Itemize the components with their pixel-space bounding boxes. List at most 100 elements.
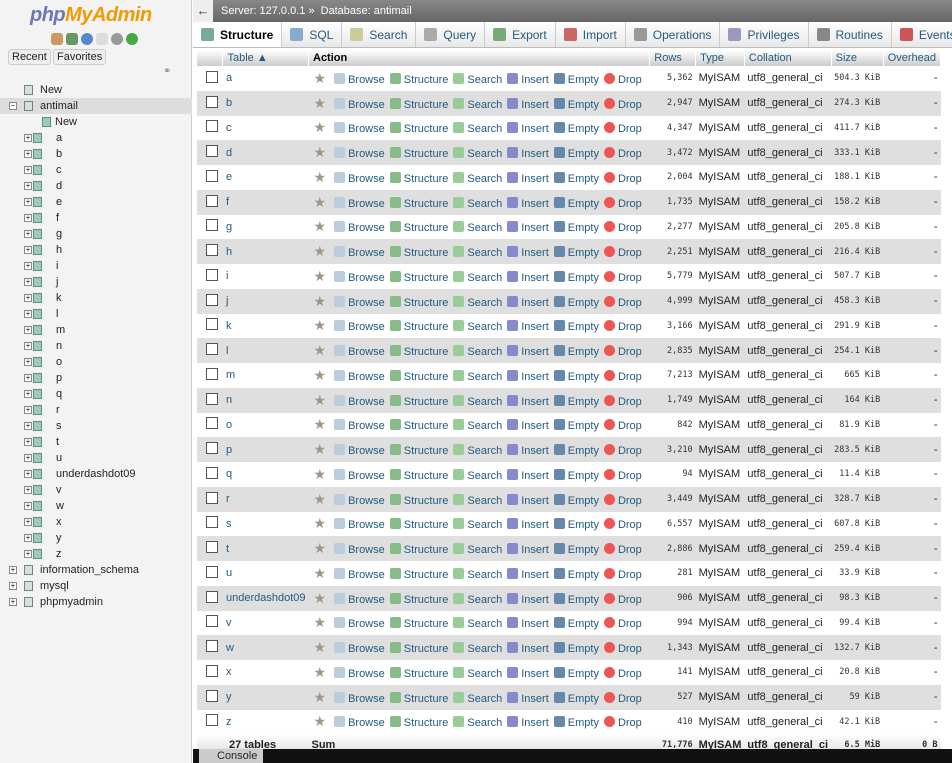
favorite-star-icon[interactable]: ★ <box>314 194 327 210</box>
table-name-link[interactable]: l <box>222 338 309 363</box>
structure-link[interactable]: Structure <box>389 147 448 160</box>
row-checkbox[interactable] <box>206 268 218 281</box>
favorite-star-icon[interactable]: ★ <box>314 713 327 729</box>
drop-link[interactable]: Drop <box>603 691 642 705</box>
search-link[interactable]: Search <box>453 196 502 210</box>
row-checkbox[interactable] <box>206 343 218 356</box>
row-checkbox[interactable] <box>206 318 218 331</box>
link-icon[interactable]: ⚭ <box>163 66 171 77</box>
help-icon[interactable] <box>81 33 93 45</box>
browse-link[interactable]: Browse <box>334 617 385 630</box>
empty-link[interactable]: Empty <box>553 394 599 408</box>
expand-icon[interactable]: + <box>24 422 32 430</box>
collapse-icon[interactable]: − <box>9 102 17 110</box>
table-name-link[interactable]: m <box>222 363 309 388</box>
structure-link[interactable]: Structure <box>389 122 448 135</box>
console-button[interactable]: Console <box>199 749 264 763</box>
insert-link[interactable]: Insert <box>507 345 549 358</box>
browse-link[interactable]: Browse <box>334 270 385 284</box>
favorite-star-icon[interactable]: ★ <box>314 342 327 358</box>
structure-link[interactable]: Structure <box>389 468 448 482</box>
expand-icon[interactable]: + <box>24 342 32 350</box>
tree-new-database[interactable]: New <box>0 82 192 98</box>
favorite-star-icon[interactable]: ★ <box>314 95 327 111</box>
row-checkbox[interactable] <box>206 244 218 257</box>
structure-link[interactable]: Structure <box>389 493 448 507</box>
expand-icon[interactable]: + <box>24 406 32 414</box>
favorite-star-icon[interactable]: ★ <box>314 392 327 408</box>
drop-link[interactable]: Drop <box>603 369 642 383</box>
row-checkbox[interactable] <box>206 689 218 702</box>
expand-icon[interactable]: + <box>24 262 32 270</box>
empty-link[interactable]: Empty <box>553 97 599 111</box>
empty-link[interactable]: Empty <box>553 221 599 234</box>
empty-link[interactable]: Empty <box>553 369 599 383</box>
table-name-link[interactable]: u <box>222 561 309 586</box>
empty-link[interactable]: Empty <box>553 716 599 729</box>
structure-link[interactable]: Structure <box>389 691 448 705</box>
drop-link[interactable]: Drop <box>603 295 642 309</box>
row-checkbox[interactable] <box>206 615 218 628</box>
tree-table-g[interactable]: + g <box>0 226 192 242</box>
tab-events[interactable]: Events <box>891 22 952 47</box>
browse-link[interactable]: Browse <box>334 716 385 729</box>
search-link[interactable]: Search <box>453 419 502 432</box>
tree-db-antimail[interactable]: − antimail <box>0 98 192 114</box>
search-link[interactable]: Search <box>453 246 502 259</box>
table-name-link[interactable]: n <box>222 387 309 413</box>
insert-link[interactable]: Insert <box>507 369 549 383</box>
structure-link[interactable]: Structure <box>389 345 448 358</box>
col-size[interactable]: Size <box>831 50 884 66</box>
expand-icon[interactable]: + <box>24 230 32 238</box>
favorite-star-icon[interactable]: ★ <box>314 416 327 432</box>
tree-table-a[interactable]: + a <box>0 130 192 146</box>
row-checkbox[interactable] <box>206 194 218 207</box>
browse-link[interactable]: Browse <box>334 196 385 210</box>
drop-link[interactable]: Drop <box>603 666 642 680</box>
tree-table-b[interactable]: + b <box>0 146 192 162</box>
drop-link[interactable]: Drop <box>603 171 642 185</box>
structure-link[interactable]: Structure <box>389 246 448 259</box>
tree-table-k[interactable]: + k <box>0 290 192 306</box>
browse-link[interactable]: Browse <box>334 518 385 531</box>
empty-link[interactable]: Empty <box>553 617 599 630</box>
table-name-link[interactable]: f <box>222 189 309 215</box>
browse-link[interactable]: Browse <box>334 72 385 86</box>
browse-link[interactable]: Browse <box>334 592 385 606</box>
search-link[interactable]: Search <box>453 592 502 606</box>
row-checkbox[interactable] <box>206 590 218 603</box>
structure-link[interactable]: Structure <box>389 518 448 531</box>
favorite-star-icon[interactable]: ★ <box>314 367 327 383</box>
expand-icon[interactable]: + <box>24 534 32 542</box>
row-checkbox[interactable] <box>206 664 218 677</box>
expand-icon[interactable]: + <box>24 182 32 190</box>
structure-link[interactable]: Structure <box>389 592 448 606</box>
empty-link[interactable]: Empty <box>553 295 599 309</box>
row-checkbox[interactable] <box>206 392 218 405</box>
insert-link[interactable]: Insert <box>507 122 549 135</box>
insert-link[interactable]: Insert <box>507 567 549 581</box>
empty-link[interactable]: Empty <box>553 419 599 432</box>
insert-link[interactable]: Insert <box>507 246 549 259</box>
browse-link[interactable]: Browse <box>334 642 385 655</box>
favorite-star-icon[interactable]: ★ <box>314 144 327 160</box>
tree-table-o[interactable]: + o <box>0 354 192 370</box>
recent-button[interactable]: Recent <box>8 49 51 65</box>
row-checkbox[interactable] <box>206 145 218 158</box>
tree-table-m[interactable]: + m <box>0 322 192 338</box>
insert-link[interactable]: Insert <box>507 72 549 86</box>
favorite-star-icon[interactable]: ★ <box>314 119 327 135</box>
col-collation[interactable]: Collation <box>744 50 832 66</box>
insert-link[interactable]: Insert <box>507 419 549 432</box>
expand-icon[interactable]: + <box>24 134 32 142</box>
favorite-star-icon[interactable]: ★ <box>314 441 327 457</box>
expand-icon[interactable]: + <box>24 502 32 510</box>
insert-link[interactable]: Insert <box>507 518 549 531</box>
row-checkbox[interactable] <box>206 219 218 232</box>
favorite-star-icon[interactable]: ★ <box>314 169 327 185</box>
row-checkbox[interactable] <box>206 516 218 529</box>
tree-table-y[interactable]: + y <box>0 530 192 546</box>
search-link[interactable]: Search <box>453 567 502 581</box>
search-link[interactable]: Search <box>453 122 502 135</box>
table-name-link[interactable]: b <box>222 90 309 116</box>
